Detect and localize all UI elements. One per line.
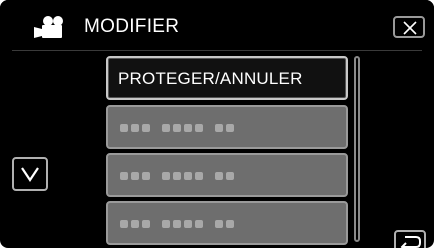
menu-item-2[interactable] bbox=[106, 105, 348, 149]
video-camera-icon bbox=[34, 16, 63, 38]
menu-item-3[interactable] bbox=[106, 153, 348, 197]
scrollbar[interactable] bbox=[354, 56, 360, 242]
chevron-down-icon bbox=[21, 167, 39, 182]
menu-item-4[interactable] bbox=[106, 201, 348, 245]
close-button[interactable] bbox=[393, 16, 425, 38]
menu-header: MODIFIER bbox=[0, 0, 434, 52]
scroll-down-button[interactable] bbox=[12, 157, 48, 191]
menu-item-proteger-annuler[interactable]: PROTEGER/ANNULER bbox=[106, 56, 348, 100]
page-title: MODIFIER bbox=[84, 16, 180, 37]
back-button[interactable] bbox=[394, 230, 426, 248]
close-icon bbox=[403, 21, 417, 35]
placeholder-text-graphic bbox=[120, 124, 234, 132]
menu-item-label: PROTEGER/ANNULER bbox=[118, 69, 303, 88]
placeholder-text-graphic bbox=[120, 220, 234, 228]
camera-menu-screen: MODIFIER PROTEGER/ANNULER bbox=[0, 0, 434, 248]
return-arrow-icon bbox=[400, 236, 421, 248]
placeholder-text-graphic bbox=[120, 172, 234, 180]
header-divider bbox=[12, 50, 422, 51]
